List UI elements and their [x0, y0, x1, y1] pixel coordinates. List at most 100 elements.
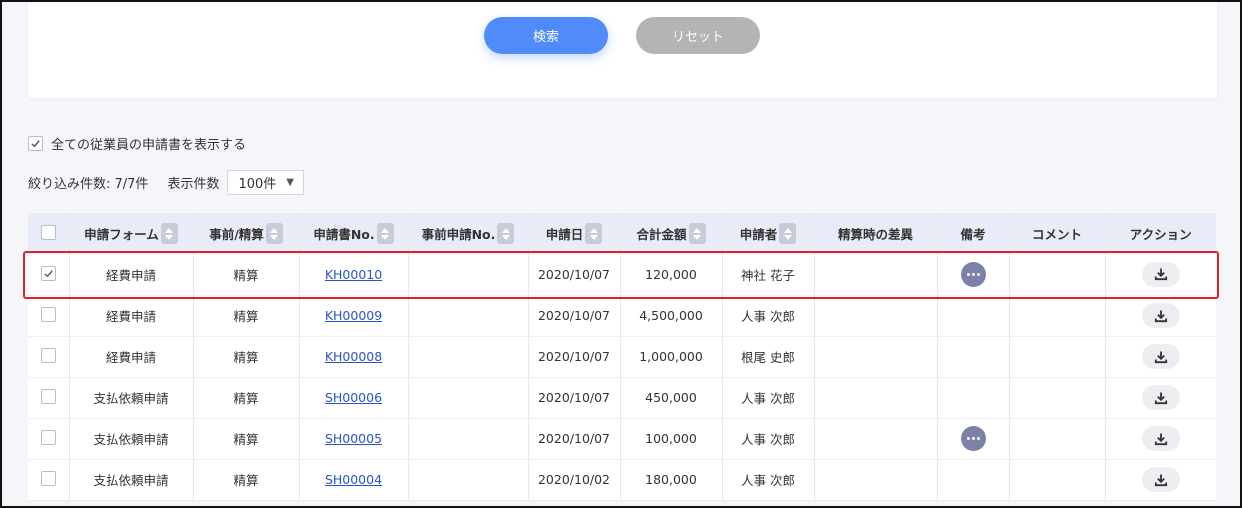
cell-comment: [1009, 459, 1106, 500]
cell-pre-no: [408, 377, 529, 418]
application-no-link[interactable]: KH00008: [325, 349, 382, 364]
header-comment: コメント: [1009, 213, 1106, 254]
cell-difference: [814, 336, 938, 377]
table-row[interactable]: 経費申請 精算 KH00010 2020/10/07 120,000 神社 花子: [28, 254, 1216, 295]
per-page-select[interactable]: 100件 ▼: [227, 170, 305, 195]
cell-pre-no: [408, 336, 529, 377]
sort-icon[interactable]: [265, 223, 283, 244]
row-select[interactable]: [28, 336, 70, 377]
header-difference: 精算時の差異: [814, 213, 938, 254]
cell-note: [937, 295, 1010, 336]
row-checkbox[interactable]: [40, 347, 56, 363]
cell-no: SH00006: [299, 377, 409, 418]
download-icon: [1154, 268, 1167, 281]
table-row[interactable]: 経費申請 精算 KH00008 2020/10/07 1,000,000 根尾 史郎: [28, 336, 1216, 377]
cell-comment: [1009, 336, 1106, 377]
sort-icon[interactable]: [688, 223, 706, 244]
cell-comment: [1009, 295, 1106, 336]
show-all-checkbox[interactable]: [28, 136, 43, 151]
cell-difference: [814, 295, 938, 336]
more-note-icon[interactable]: [960, 426, 986, 451]
cell-type: 精算: [193, 254, 300, 295]
show-all-label: 全ての従業員の申請書を表示する: [51, 138, 247, 153]
download-button[interactable]: [1141, 385, 1180, 410]
row-checkbox[interactable]: [40, 266, 56, 282]
search-button[interactable]: 検索: [484, 17, 608, 54]
application-no-link[interactable]: KH00009: [325, 308, 382, 323]
filter-count-label: 絞り込み件数: 7/7件: [28, 177, 149, 192]
download-button[interactable]: [1141, 344, 1180, 369]
more-note-icon[interactable]: [960, 261, 986, 287]
table-row[interactable]: 支払依頼申請 精算 SH00005 2020/10/07 100,000 人事 次郎: [28, 418, 1216, 459]
cell-pre-no: [408, 295, 529, 336]
table-header-row: 申請フォーム 事前/精算 申請書No. 事前申請No. 申請日 合計金額 申請者…: [28, 213, 1216, 254]
table-row[interactable]: 支払依頼申請 精算 SH00004 2020/10/02 180,000 人事 次郎: [28, 459, 1216, 500]
cell-applicant: 人事 次郎: [722, 295, 815, 336]
row-select[interactable]: [28, 459, 70, 500]
cell-action: [1105, 418, 1216, 459]
row-checkbox[interactable]: [40, 429, 56, 445]
cell-no: KH00010: [299, 254, 409, 295]
cell-difference: [814, 418, 938, 459]
select-all-checkbox[interactable]: [40, 224, 56, 240]
cell-comment: [1009, 254, 1106, 295]
header-form[interactable]: 申請フォーム: [69, 213, 194, 254]
header-no[interactable]: 申請書No.: [299, 213, 409, 254]
row-select[interactable]: [28, 377, 70, 418]
row-checkbox[interactable]: [40, 388, 56, 404]
cell-type: 精算: [193, 377, 300, 418]
cell-applicant: 人事 次郎: [722, 459, 815, 500]
application-no-link[interactable]: SH00004: [325, 472, 382, 487]
header-date[interactable]: 申請日: [528, 213, 621, 254]
cell-form: 支払依頼申請: [69, 418, 194, 459]
table-row[interactable]: 経費申請 精算 KH00009 2020/10/07 4,500,000 人事 次郎: [28, 295, 1216, 336]
header-type[interactable]: 事前/精算: [193, 213, 300, 254]
application-no-link[interactable]: KH00010: [325, 267, 382, 282]
header-amount[interactable]: 合計金額: [620, 213, 723, 254]
application-no-link[interactable]: SH00006: [325, 390, 382, 405]
application-no-link[interactable]: SH00005: [325, 431, 382, 446]
row-checkbox[interactable]: [40, 306, 56, 322]
download-icon: [1154, 474, 1167, 486]
header-applicant[interactable]: 申請者: [722, 213, 815, 254]
download-button[interactable]: [1141, 467, 1180, 492]
sort-icon[interactable]: [779, 223, 797, 244]
sort-icon[interactable]: [585, 223, 603, 244]
header-note: 備考: [937, 213, 1010, 254]
row-select[interactable]: [28, 295, 70, 336]
header-select-all[interactable]: [28, 213, 70, 254]
cell-amount: 1,000,000: [620, 336, 723, 377]
row-select[interactable]: [28, 254, 70, 295]
cell-form: 経費申請: [69, 295, 194, 336]
cell-comment: [1009, 377, 1106, 418]
application-table: 申請フォーム 事前/精算 申請書No. 事前申請No. 申請日 合計金額 申請者…: [28, 213, 1216, 501]
download-button[interactable]: [1141, 426, 1180, 451]
table-row[interactable]: 支払依頼申請 精算 SH00006 2020/10/07 450,000 人事 次郎: [28, 377, 1216, 418]
show-all-employees-option[interactable]: 全ての従業員の申請書を表示する: [28, 134, 246, 153]
row-select[interactable]: [28, 418, 70, 459]
reset-button[interactable]: リセット: [636, 17, 760, 54]
cell-note: [937, 418, 1010, 459]
cell-action: [1105, 254, 1216, 295]
cell-date: 2020/10/02: [528, 459, 621, 500]
checkmark-icon: [44, 270, 53, 278]
cell-note: [937, 459, 1010, 500]
row-checkbox[interactable]: [40, 470, 56, 486]
cell-difference: [814, 459, 938, 500]
cell-date: 2020/10/07: [528, 377, 621, 418]
cell-no: KH00008: [299, 336, 409, 377]
download-button[interactable]: [1141, 303, 1180, 328]
search-panel: 検索 リセット: [28, 0, 1217, 98]
download-button[interactable]: [1141, 261, 1180, 287]
header-action: アクション: [1129, 227, 1192, 242]
sort-icon[interactable]: [376, 223, 394, 244]
per-page-value: 100件: [238, 177, 277, 192]
header-pre-no[interactable]: 事前申請No.: [408, 213, 529, 254]
cell-date: 2020/10/07: [528, 295, 621, 336]
sort-icon[interactable]: [160, 223, 178, 244]
cell-form: 経費申請: [69, 254, 194, 295]
cell-amount: 4,500,000: [620, 295, 723, 336]
sort-icon[interactable]: [497, 223, 515, 244]
cell-action: [1105, 459, 1216, 500]
download-icon: [1154, 310, 1167, 322]
